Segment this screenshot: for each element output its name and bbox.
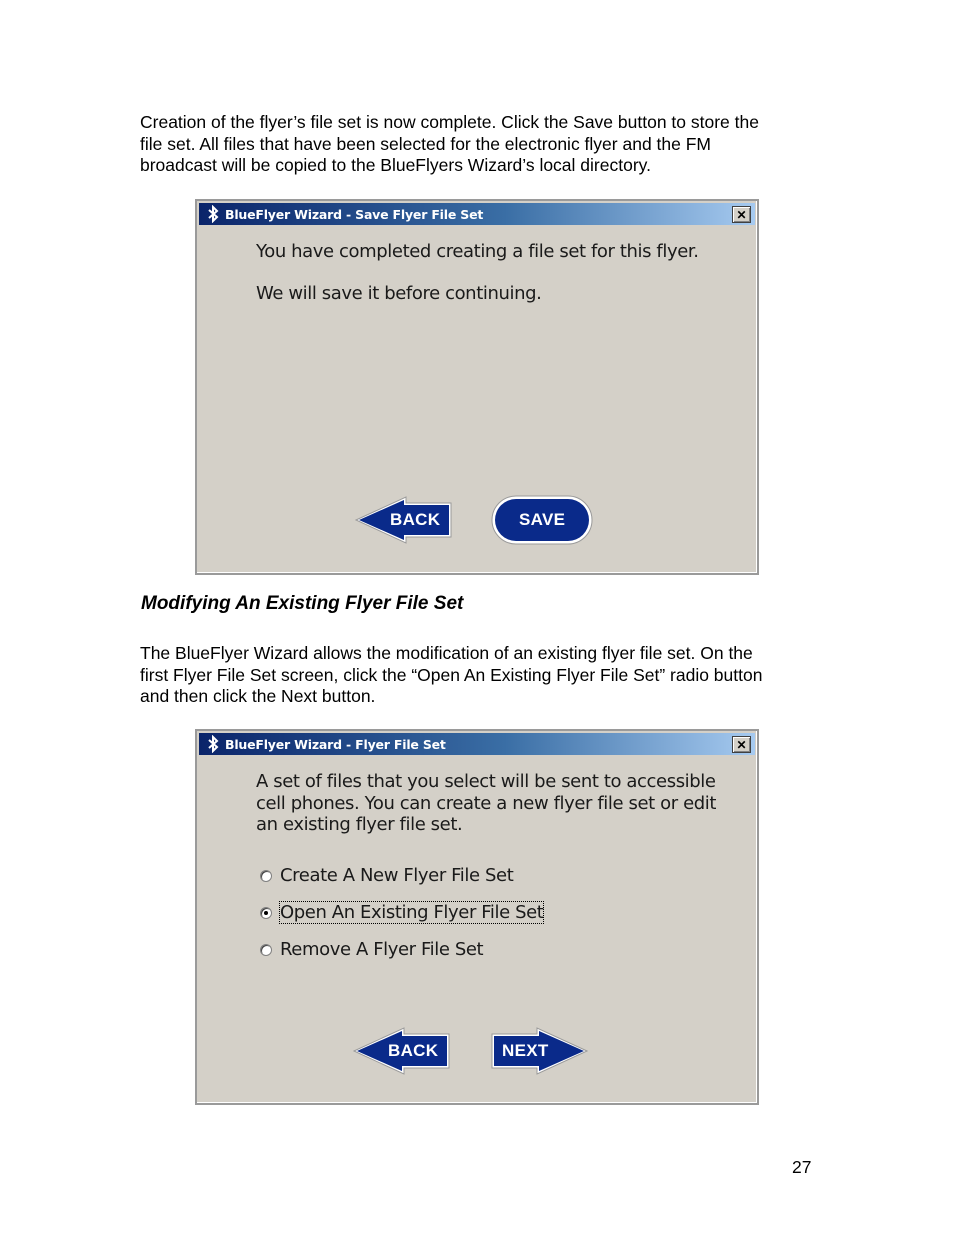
close-icon: ✕ [736,207,747,222]
intro-line-1: Creation of the flyer’s file set is now … [140,112,759,132]
description-line-3: an existing flyer file set. [256,814,463,835]
modify-line-2: first Flyer File Set screen, click the “… [140,664,763,685]
back-button[interactable]: BACK [352,1026,452,1076]
radio-button-selected[interactable] [260,906,272,919]
bluetooth-icon [203,734,223,754]
radio-open-existing[interactable]: Open An Existing Flyer File Set [260,901,545,924]
radio-create-new[interactable]: Create A New Flyer File Set [260,865,514,886]
dialog-title: BlueFlyer Wizard - Flyer File Set [225,736,446,752]
close-button[interactable]: ✕ [732,206,751,223]
radio-label: Remove A Flyer File Set [280,939,484,960]
radio-button[interactable] [260,869,272,882]
save-label: SAVE [519,510,566,529]
save-notice: We will save it before continuing. [256,283,542,304]
modify-paragraph: The BlueFlyer Wizard allows the modifica… [140,643,820,708]
radio-button[interactable] [260,943,272,956]
next-label: NEXT [502,1041,549,1060]
radio-remove[interactable]: Remove A Flyer File Set [260,939,484,960]
radio-label: Open An Existing Flyer File Set [278,901,545,924]
section-heading: Modifying An Existing Flyer File Set [141,593,464,614]
close-icon: ✕ [736,737,747,752]
intro-line-2: file set. All files that have been selec… [140,133,711,154]
next-button[interactable]: NEXT [489,1026,589,1076]
intro-paragraph: Creation of the flyer’s file set is now … [140,112,820,177]
save-button[interactable]: SAVE [491,495,593,545]
intro-line-3: broadcast will be copied to the BlueFlye… [140,155,651,175]
fileset-description: A set of files that you select will be s… [256,771,716,836]
dialog-titlebar: BlueFlyer Wizard - Save Flyer File Set ✕ [199,203,755,225]
radio-label: Create A New Flyer File Set [280,865,514,886]
flyer-file-set-dialog: BlueFlyer Wizard - Flyer File Set ✕ A se… [195,729,759,1105]
save-file-set-dialog: BlueFlyer Wizard - Save Flyer File Set ✕… [195,199,759,575]
modify-line-3: and then click the Next button. [140,686,376,706]
back-button[interactable]: BACK [354,495,454,545]
dialog-title: BlueFlyer Wizard - Save Flyer File Set [225,206,484,222]
description-line-1: A set of files that you select will be s… [256,771,716,792]
modify-line-1: The BlueFlyer Wizard allows the modifica… [140,643,753,663]
back-label: BACK [388,1041,439,1060]
back-label: BACK [390,510,441,529]
page-number: 27 [792,1157,812,1177]
bluetooth-icon [203,204,223,224]
description-line-2: cell phones. You can create a new flyer … [256,792,717,814]
close-button[interactable]: ✕ [732,736,751,753]
completed-message: You have completed creating a file set f… [256,241,699,262]
dialog-titlebar: BlueFlyer Wizard - Flyer File Set ✕ [199,733,755,755]
